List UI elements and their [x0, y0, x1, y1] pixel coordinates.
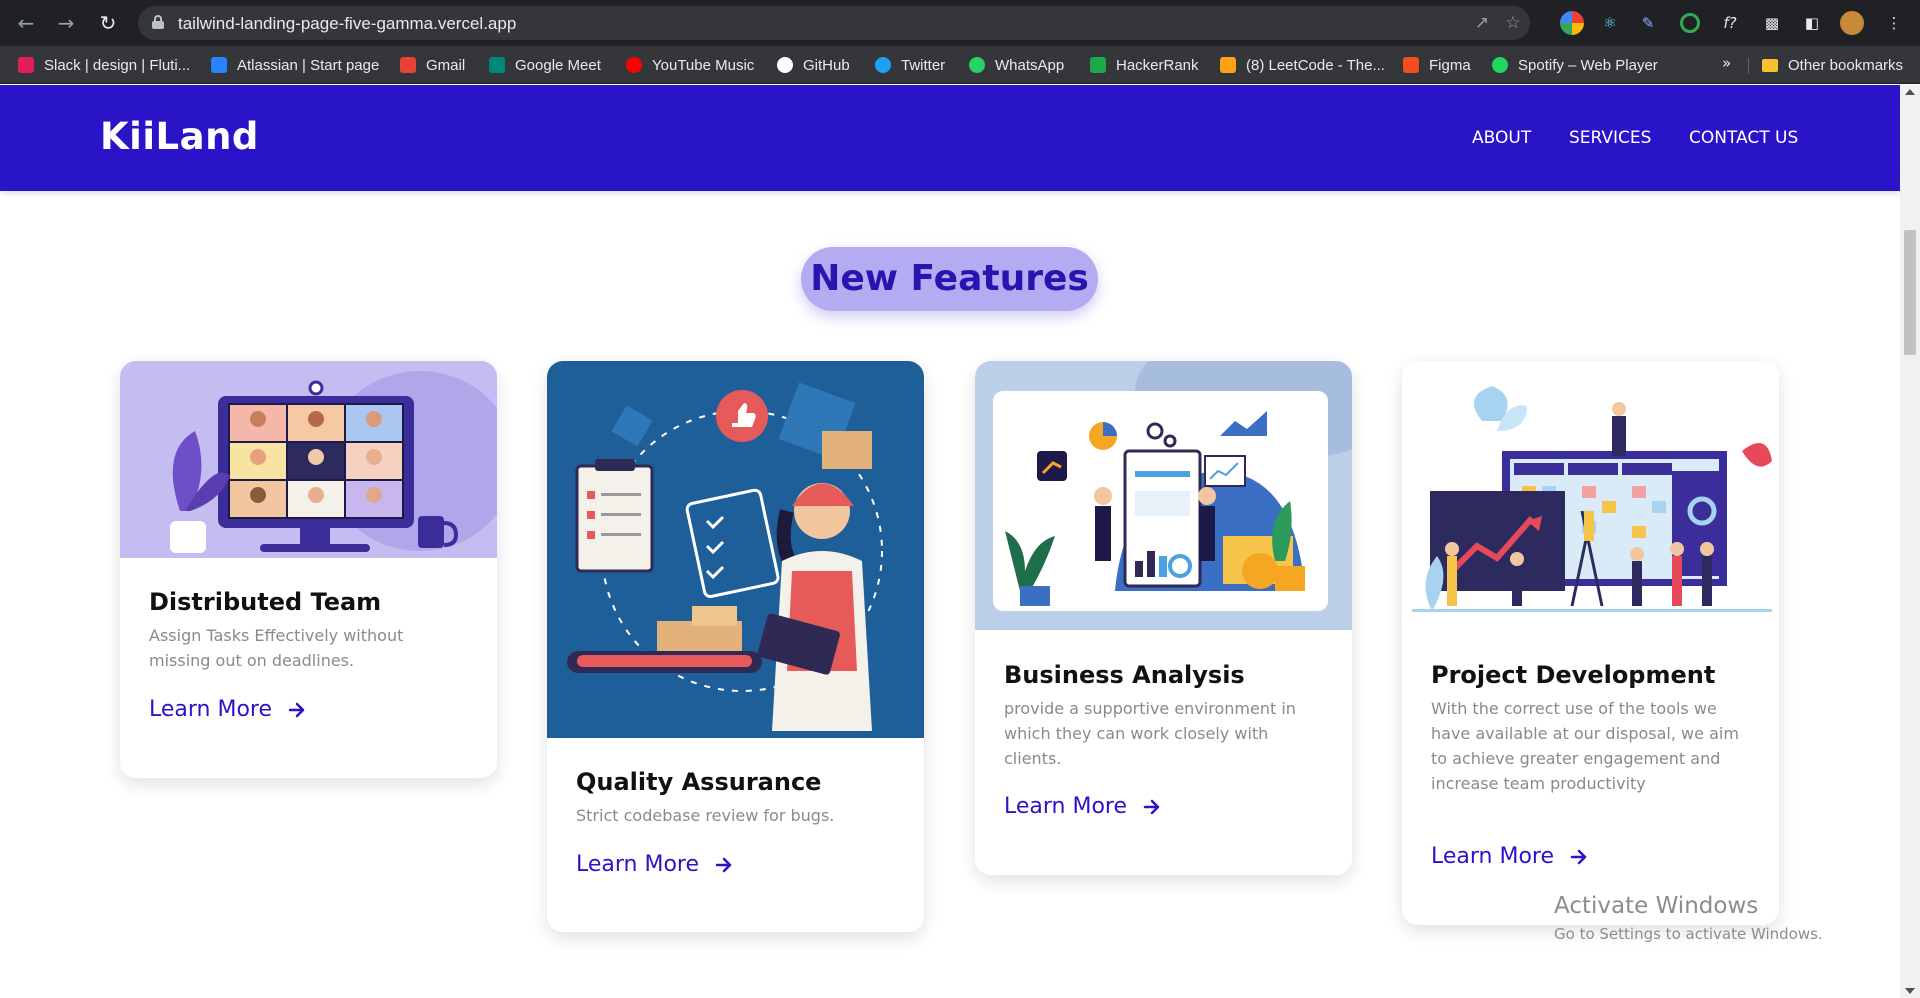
- bookmark-spotify[interactable]: Spotify – Web Player: [1492, 55, 1658, 75]
- atlassian-icon: [211, 57, 227, 73]
- bookmark-twitter[interactable]: Twitter: [875, 55, 945, 75]
- bookmark-github[interactable]: GitHub: [777, 55, 850, 75]
- bookmark-youtube-music[interactable]: YouTube Music: [626, 55, 754, 75]
- bookmark-gmail[interactable]: Gmail: [400, 55, 465, 75]
- slack-icon: [18, 57, 34, 73]
- forward-arrow-icon[interactable]: →: [52, 9, 80, 37]
- profile-avatar-icon[interactable]: [1840, 11, 1864, 35]
- kebab-menu-icon[interactable]: ⋮: [1886, 11, 1902, 35]
- learn-more-link[interactable]: Learn More: [576, 852, 733, 877]
- project-development-illustration: [1402, 361, 1779, 630]
- scrollbar-thumb[interactable]: [1904, 230, 1916, 355]
- feature-card-business-analysis: Business Analysis provide a supportive e…: [975, 361, 1352, 875]
- windows-activation-watermark: Activate Windows Go to Settings to activ…: [1554, 893, 1823, 943]
- feature-card-project-development: Project Development With the correct use…: [1402, 361, 1779, 925]
- activation-subtitle: Go to Settings to activate Windows.: [1554, 925, 1823, 943]
- card-description: provide a supportive environment in whic…: [1004, 699, 1296, 768]
- card-title: Project Development: [1431, 661, 1716, 689]
- nav-contact-link[interactable]: CONTACT US: [1689, 128, 1798, 148]
- site-logo[interactable]: KiiLand: [100, 115, 259, 158]
- quality-assurance-illustration: [547, 361, 924, 738]
- twitter-icon: [875, 57, 891, 73]
- arrow-right-icon: [715, 857, 732, 872]
- bookmark-figma[interactable]: Figma: [1403, 55, 1471, 75]
- nav-about-link[interactable]: ABOUT: [1472, 128, 1531, 148]
- learn-more-link[interactable]: Learn More: [1004, 794, 1161, 819]
- pen-extension-icon[interactable]: ✎: [1636, 11, 1660, 35]
- scroll-up-arrow-icon[interactable]: [1905, 89, 1915, 95]
- hackerrank-icon: [1090, 57, 1106, 73]
- card-description: Strict codebase review for bugs.: [576, 806, 835, 825]
- arrow-right-icon: [1570, 849, 1587, 864]
- figma-icon: [1403, 57, 1419, 73]
- browser-toolbar: ← → ↻ tailwind-landing-page-five-gamma.v…: [0, 0, 1920, 46]
- nav-services-link[interactable]: SERVICES: [1569, 128, 1651, 148]
- gmail-icon: [400, 57, 416, 73]
- card-description: With the correct use of the tools we hav…: [1431, 699, 1739, 793]
- section-title-pill: New Features: [801, 247, 1098, 311]
- arrow-right-icon: [288, 702, 305, 717]
- card-title: Business Analysis: [1004, 661, 1245, 689]
- bookmarks-bar: Slack | design | Fluti... Atlassian | St…: [0, 46, 1920, 84]
- card-title: Quality Assurance: [576, 768, 822, 796]
- activation-title: Activate Windows: [1554, 893, 1759, 919]
- react-devtools-icon[interactable]: ⚛: [1598, 11, 1622, 35]
- lock-icon[interactable]: [152, 15, 164, 29]
- reload-icon[interactable]: ↻: [94, 9, 122, 37]
- spotify-icon: [1492, 57, 1508, 73]
- back-arrow-icon[interactable]: ←: [12, 9, 40, 37]
- target-extension-icon[interactable]: [1680, 13, 1700, 33]
- share-icon[interactable]: ↗: [1471, 12, 1493, 34]
- extensions-puzzle-icon[interactable]: ▩: [1760, 11, 1784, 35]
- scroll-down-arrow-icon[interactable]: [1905, 988, 1915, 994]
- page-scrollbar[interactable]: [1900, 85, 1920, 998]
- site-header: KiiLand ABOUT SERVICES CONTACT US: [0, 85, 1900, 191]
- bookmark-leetcode[interactable]: (8) LeetCode - The...: [1220, 55, 1385, 75]
- bookmark-atlassian[interactable]: Atlassian | Start page: [211, 55, 379, 75]
- distributed-team-illustration: [120, 361, 497, 558]
- business-analysis-illustration: [975, 361, 1352, 630]
- bookmark-star-icon[interactable]: ☆: [1502, 12, 1524, 34]
- feature-card-quality-assurance: Quality Assurance Strict codebase review…: [547, 361, 924, 932]
- github-icon: [777, 57, 793, 73]
- other-bookmarks-folder[interactable]: Other bookmarks: [1762, 55, 1903, 75]
- arrow-right-icon: [1143, 799, 1160, 814]
- whatsapp-icon: [969, 57, 985, 73]
- bookmarks-divider: [1748, 58, 1749, 74]
- address-bar[interactable]: tailwind-landing-page-five-gamma.vercel.…: [138, 6, 1530, 40]
- more-bookmarks-chevron-icon[interactable]: »: [1722, 54, 1731, 72]
- card-description: Assign Tasks Effectively without missing…: [149, 626, 404, 670]
- bookmark-whatsapp[interactable]: WhatsApp: [969, 55, 1064, 75]
- learn-more-link[interactable]: Learn More: [149, 697, 306, 722]
- leetcode-icon: [1220, 57, 1236, 73]
- function-extension-icon[interactable]: f?: [1718, 11, 1742, 35]
- folder-icon: [1762, 58, 1778, 72]
- bookmark-google-meet[interactable]: Google Meet: [489, 55, 601, 75]
- side-panel-icon[interactable]: ◧: [1800, 11, 1824, 35]
- learn-more-link[interactable]: Learn More: [1431, 844, 1588, 869]
- youtube-music-icon: [626, 57, 642, 73]
- bookmark-hackerrank[interactable]: HackerRank: [1090, 55, 1199, 75]
- google-meet-icon: [489, 57, 505, 73]
- page-viewport: KiiLand ABOUT SERVICES CONTACT US New Fe…: [0, 85, 1900, 998]
- bookmark-slack[interactable]: Slack | design | Fluti...: [18, 55, 190, 75]
- feature-card-distributed-team: Distributed Team Assign Tasks Effectivel…: [120, 361, 497, 778]
- url-text[interactable]: tailwind-landing-page-five-gamma.vercel.…: [178, 14, 516, 34]
- color-extension-icon[interactable]: [1560, 11, 1584, 35]
- card-title: Distributed Team: [149, 588, 382, 616]
